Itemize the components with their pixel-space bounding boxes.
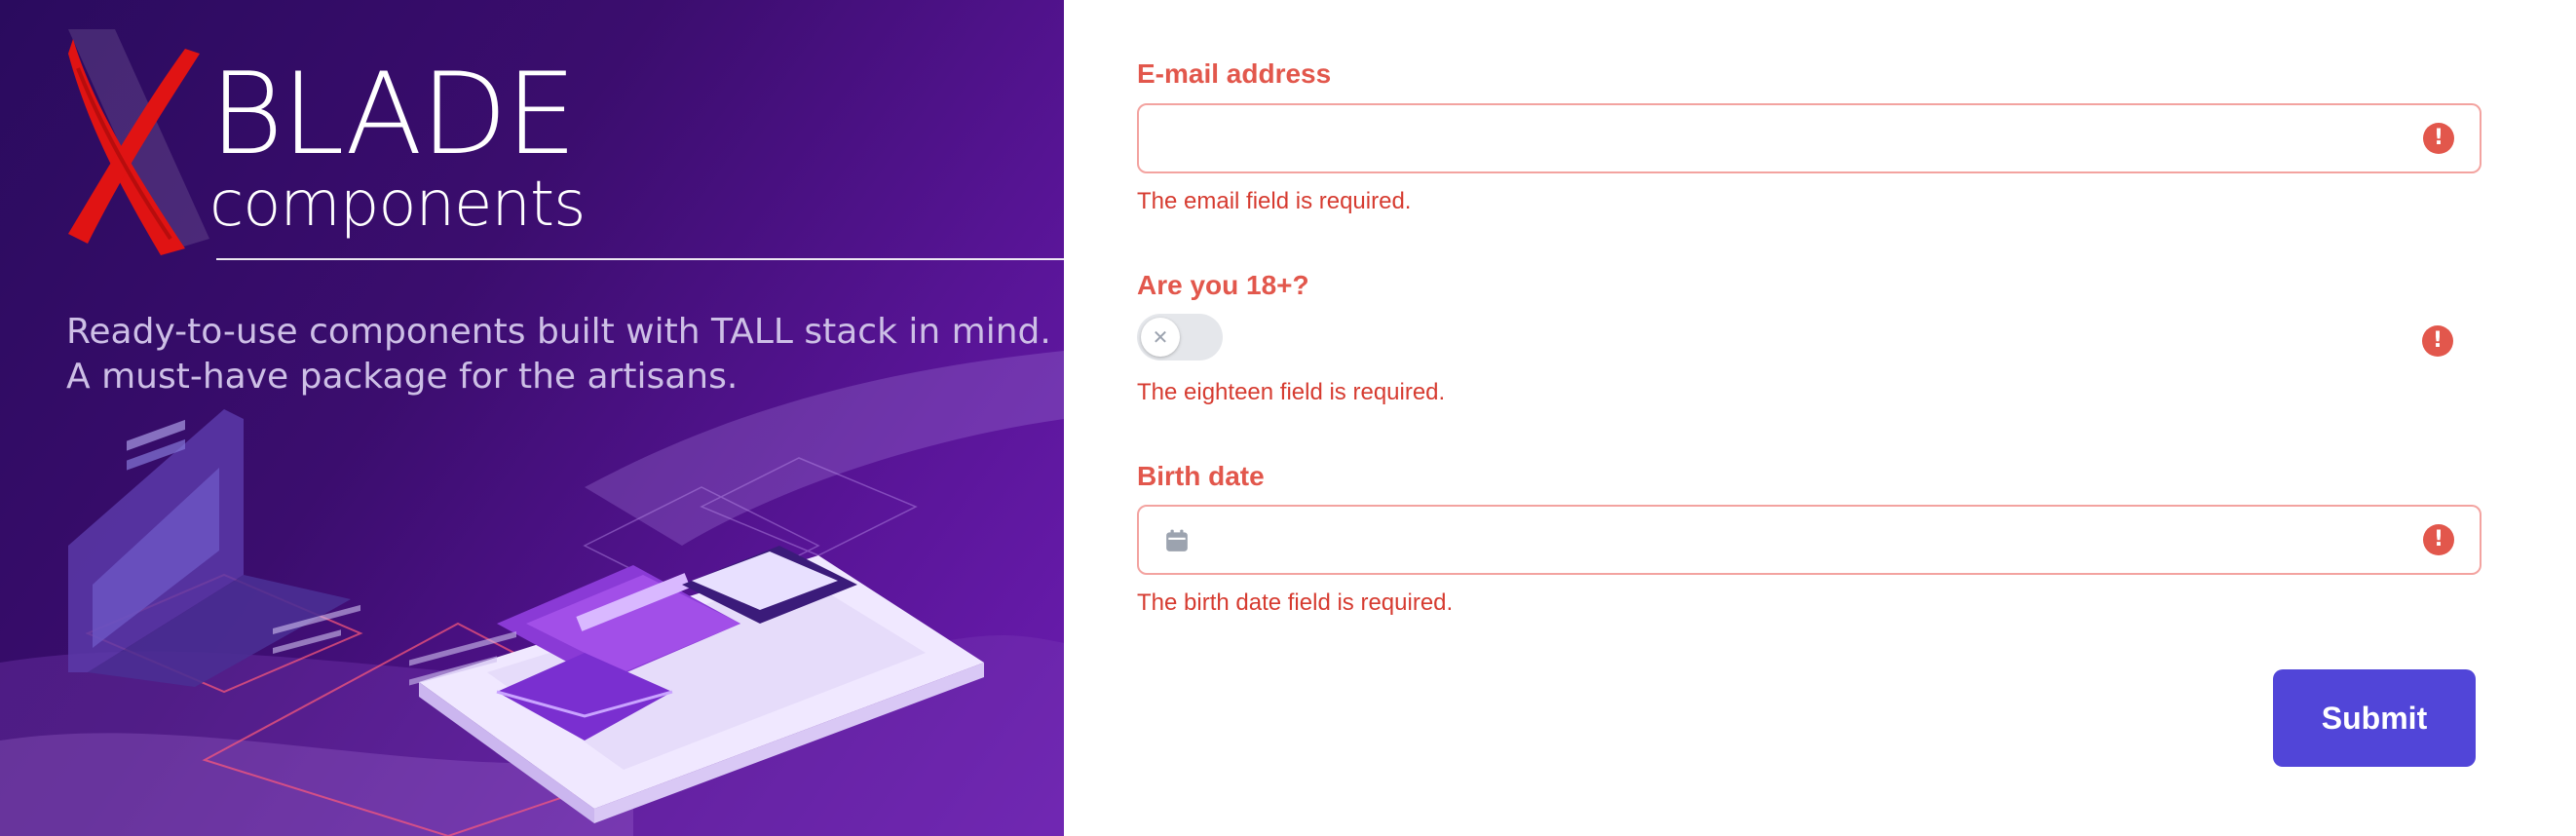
hero-banner: BLADE components Ready-to-use components…: [0, 0, 1064, 836]
tagline-line-2: A must-have package for the artisans.: [66, 357, 739, 397]
email-error: The email field is required.: [1137, 188, 1412, 214]
brand-subtitle: components: [209, 169, 586, 241]
tagline-line-1: Ready-to-use components built with TALL …: [66, 312, 1051, 352]
logo-x-mark: [68, 29, 209, 255]
brand-divider: [216, 258, 1064, 260]
exclamation-circle-icon: !: [2423, 524, 2454, 555]
submit-button[interactable]: Submit: [2273, 669, 2476, 767]
eighteen-error: The eighteen field is required.: [1137, 379, 1446, 405]
laptop-graphic: [68, 409, 351, 687]
eighteen-toggle[interactable]: ✕: [1137, 314, 1223, 361]
birth-date-field[interactable]: [1139, 507, 2480, 573]
email-label: E-mail address: [1137, 58, 1332, 89]
email-field[interactable]: [1139, 105, 2480, 171]
birth-date-label: Birth date: [1137, 461, 1265, 491]
brand-title: BLADE: [209, 49, 577, 180]
eighteen-label: Are you 18+?: [1137, 270, 1309, 300]
birth-date-error: The birth date field is required.: [1137, 589, 1454, 616]
exclamation-circle-icon: !: [2423, 123, 2454, 154]
email-field-wrapper: !: [1137, 103, 2481, 173]
exclamation-circle-icon: !: [2422, 325, 2453, 357]
page: BLADE components Ready-to-use components…: [0, 0, 2576, 836]
tagline: Ready-to-use components built with TALL …: [66, 310, 1051, 399]
signup-form: E-mail address ! The email field is requ…: [1064, 0, 2576, 836]
birth-date-field-wrapper: !: [1137, 505, 2481, 575]
x-icon: ✕: [1141, 318, 1180, 357]
